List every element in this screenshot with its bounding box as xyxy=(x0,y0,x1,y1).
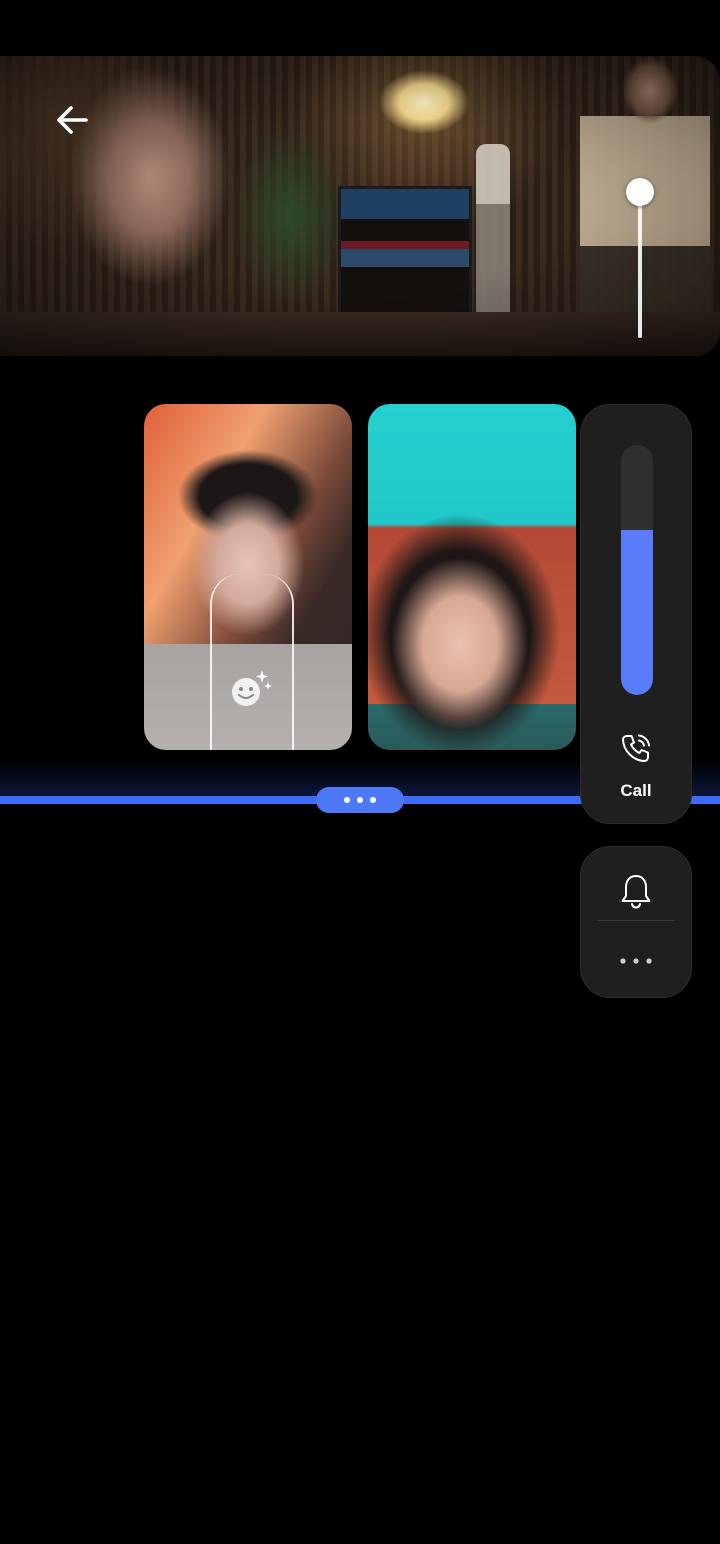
participant-video-1[interactable] xyxy=(144,404,352,750)
call-button[interactable]: Call xyxy=(581,731,691,811)
back-button[interactable] xyxy=(44,92,100,148)
video-vignette xyxy=(0,56,720,356)
video-player[interactable] xyxy=(0,56,720,356)
side-control-panel: Call xyxy=(580,404,692,824)
notification-button[interactable] xyxy=(581,861,691,921)
more-options-button[interactable] xyxy=(581,933,691,989)
brightness-slider-fill xyxy=(621,530,653,695)
call-label: Call xyxy=(620,781,652,800)
split-divider-handle[interactable] xyxy=(316,787,404,813)
arrow-left-icon xyxy=(57,106,88,134)
secondary-control-panel xyxy=(580,846,692,998)
brightness-slider[interactable] xyxy=(621,445,653,695)
participant-1-earphones xyxy=(210,574,294,750)
handle-dot xyxy=(370,797,376,803)
smiley-sparkle-icon xyxy=(232,670,272,706)
volume-slider-thumb[interactable] xyxy=(626,178,654,206)
panel-divider xyxy=(597,920,675,921)
face-effect-icon[interactable] xyxy=(228,666,274,712)
handle-dot xyxy=(344,797,350,803)
phone-icon xyxy=(622,734,650,762)
bell-icon xyxy=(621,875,651,909)
handle-dot xyxy=(357,797,363,803)
volume-slider-track xyxy=(638,186,642,338)
participant-video-2[interactable] xyxy=(368,404,576,750)
volume-slider[interactable] xyxy=(624,176,656,340)
more-horizontal-icon xyxy=(620,958,652,964)
screen: Call xyxy=(0,0,720,1544)
